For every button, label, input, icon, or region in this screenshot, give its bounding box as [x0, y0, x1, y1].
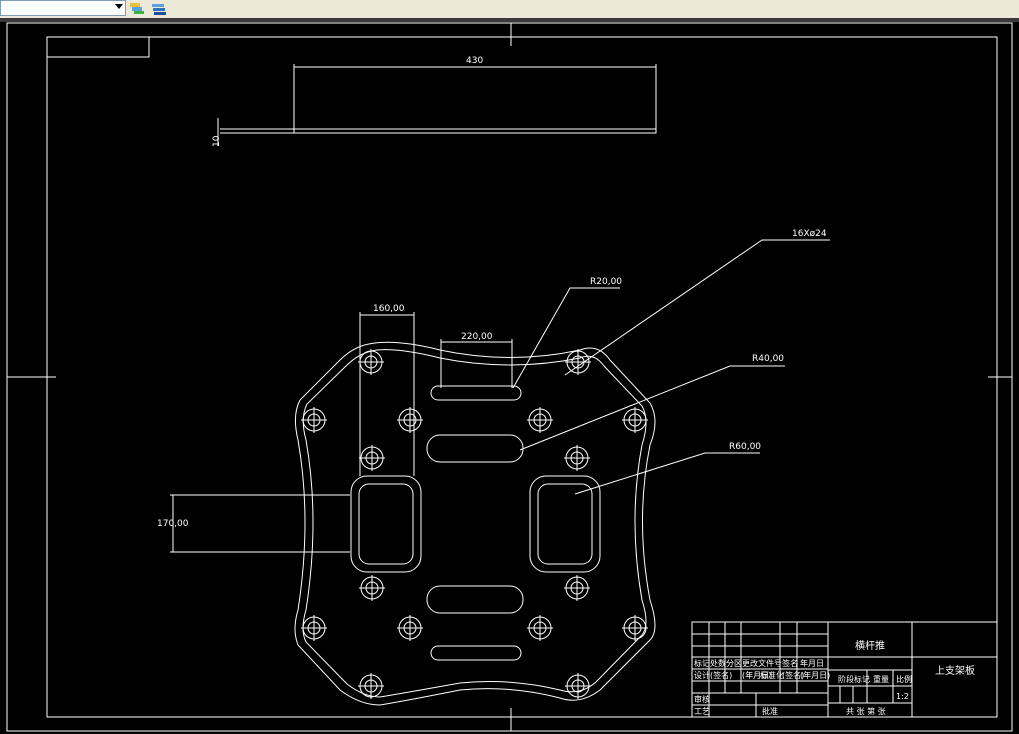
tb-label-date: 年月日 [800, 658, 824, 668]
slot-upper [426, 434, 524, 463]
tb-label-zone: 分区 [726, 659, 742, 668]
dim-label-430: 430 [466, 56, 483, 66]
plate-outline [294, 341, 656, 706]
plate-offset-outline [302, 349, 647, 698]
project-name: 横杆推 [855, 639, 885, 652]
dim-label-160: 160,00 [373, 304, 405, 314]
window-left-inner [358, 483, 414, 565]
toolbar [0, 0, 1019, 19]
dim-label-r60: R60,00 [729, 442, 761, 452]
side-view-plate [293, 128, 657, 134]
window-right-outer [529, 475, 601, 573]
tb-label-sign2: (签名) [710, 670, 732, 680]
part-name: 上支架板 [935, 664, 975, 677]
leader-r60 [574, 452, 760, 495]
window-left-outer [350, 475, 422, 573]
dim-label-170: 170,00 [157, 519, 189, 529]
layer-stack-icon[interactable] [128, 0, 146, 16]
tb-label-date3: (年月日) [800, 670, 830, 680]
slot-top [430, 385, 522, 401]
dim-label-220: 220,00 [461, 332, 493, 342]
layer-properties-icon[interactable] [150, 0, 168, 16]
slot-bottom [430, 645, 522, 661]
sheet-inner-frame [46, 36, 998, 718]
hole-callout: 16Xø24 [792, 229, 827, 239]
tb-label-sign: 签名 [782, 658, 798, 668]
tb-label-standard: 标准化 [760, 670, 784, 680]
tb-label-review: 审核 [694, 694, 710, 704]
layer-dropdown[interactable] [0, 0, 126, 16]
tb-label-design: 设计 [694, 670, 710, 680]
drawing-canvas[interactable]: 430 10 16Xø24 R20,00 R40,00 R60,00 160,0… [0, 18, 1019, 734]
dim-label-r20: R20,00 [590, 277, 622, 287]
tb-label-count: 处数 [710, 658, 726, 668]
dim-label-r40: R40,00 [752, 354, 784, 364]
leader-holes [564, 239, 830, 376]
chevron-down-icon[interactable] [115, 4, 123, 9]
scale-value: 1:2 [896, 692, 909, 701]
tb-label-weight: 重量 [873, 674, 889, 684]
tb-label-sheets: 共 张 第 张 [846, 706, 886, 716]
tb-label-mark: 标记 [694, 658, 710, 668]
leader-r20 [512, 287, 620, 389]
dim-label-thickness: 10 [212, 135, 222, 147]
corner-tag-box [46, 36, 150, 58]
tb-label-scale: 比例 [896, 674, 912, 684]
tb-label-approve: 批准 [762, 706, 778, 716]
slot-lower [426, 585, 524, 614]
tb-label-stage: 阶段标记 [838, 674, 870, 684]
tb-label-change: 更改文件号 [742, 658, 782, 668]
tb-label-process: 工艺 [694, 707, 710, 716]
window-right-inner [537, 483, 593, 565]
